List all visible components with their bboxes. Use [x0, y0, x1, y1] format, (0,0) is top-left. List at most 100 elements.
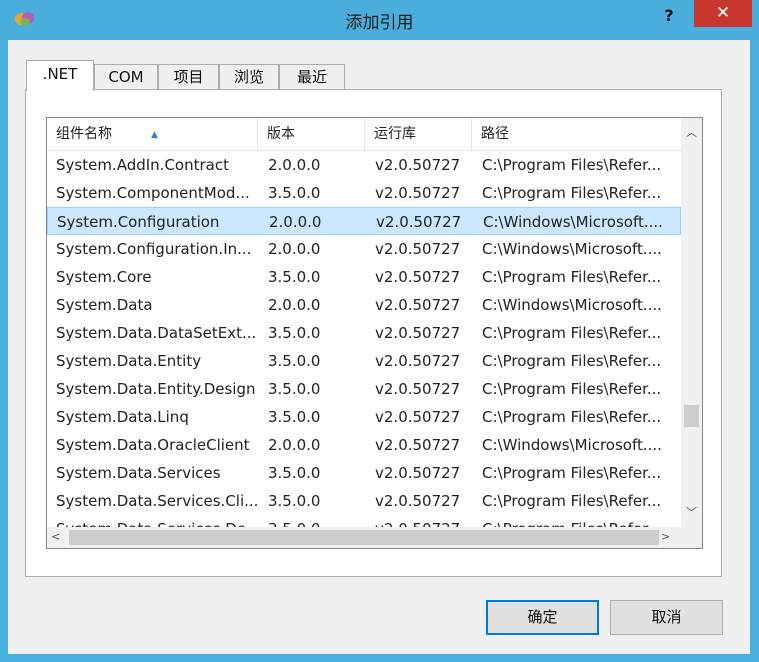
dialog-body: .NET COM 项目 浏览 最近 组件名称 ▲ 版本 运行库 路径 Syste…	[8, 40, 750, 654]
cell-version: 2.0.0.0	[268, 240, 321, 258]
tab-com[interactable]: COM	[94, 64, 158, 90]
table-row[interactable]: System.AddIn.Contract 2.0.0.0 v2.0.50727 C:…	[47, 151, 681, 179]
cell-runtime: v2.0.50727	[375, 464, 461, 482]
horizontal-scrollbar[interactable]: < >	[47, 527, 681, 548]
cell-name: System.Data.Entity	[56, 352, 202, 370]
sort-ascending-icon: ▲	[151, 130, 158, 140]
cell-path: C:\Windows\Microsoft....	[482, 240, 662, 258]
help-button[interactable]: ?	[646, 3, 692, 28]
cell-version: 2.0.0.0	[269, 213, 322, 231]
cell-runtime: v2.0.50727	[375, 352, 461, 370]
cell-version: 3.5.0.0	[268, 492, 321, 510]
cell-runtime: v2.0.50727	[375, 324, 461, 342]
cell-name: System.Core	[56, 268, 152, 286]
ok-button[interactable]: 确定	[486, 600, 599, 635]
cell-path: C:\Program Files\Refer...	[482, 380, 662, 398]
scroll-left-icon[interactable]: <	[51, 530, 60, 543]
cell-name: System.Data.Linq	[56, 408, 189, 426]
cell-version: 3.5.0.0	[268, 464, 321, 482]
cell-runtime: v2.0.50727	[375, 380, 461, 398]
cell-name: System.Data.OracleClient	[56, 436, 250, 454]
cell-path: C:\Program Files\Refer...	[482, 352, 662, 370]
cell-name: System.Configuration	[57, 213, 220, 231]
table-row[interactable]: System.Configuration.In... 2.0.0.0 v2.0.50…	[47, 235, 681, 263]
column-header-runtime[interactable]: 运行库	[365, 118, 472, 150]
cell-path: C:\Program Files\Refer...	[482, 492, 662, 510]
table-row[interactable]: System.Core 3.5.0.0 v2.0.50727 C:\Program F…	[47, 263, 681, 291]
table-row[interactable]: System.Data.OracleClient 2.0.0.0 v2.0.5072…	[47, 431, 681, 459]
cell-path: C:\Program Files\Refer...	[482, 184, 662, 202]
cell-version: 2.0.0.0	[268, 296, 321, 314]
column-header-name-label: 组件名称	[56, 126, 112, 142]
cell-runtime: v2.0.50727	[375, 240, 461, 258]
cell-version: 3.5.0.0	[268, 324, 321, 342]
list-rows: System.AddIn.Contract 2.0.0.0 v2.0.50727 C:…	[47, 151, 681, 527]
cell-name: System.Data.Entity.Design	[56, 380, 256, 398]
vertical-scroll-thumb[interactable]	[684, 405, 699, 427]
cell-name: System.AddIn.Contract	[56, 156, 229, 174]
cell-runtime: v2.0.50727	[375, 156, 461, 174]
cell-version: 3.5.0.0	[259, 515, 365, 527]
cell-name: System.Data.Services	[56, 464, 221, 482]
table-row[interactable]: System.Data.Entity 3.5.0.0 v2.0.50727 C:\Pr…	[47, 347, 681, 375]
tab-net[interactable]: .NET	[26, 60, 94, 91]
tab-project[interactable]: 项目	[158, 64, 219, 90]
cell-version: 2.0.0.0	[268, 436, 321, 454]
title-bar: 添加引用 ? ✕	[0, 0, 759, 40]
cell-path: C:\Program Files\Refer...	[482, 268, 662, 286]
table-row[interactable]: System.Configuration 2.0.0.0 v2.0.50727 C:\…	[47, 207, 681, 235]
cell-runtime: v2.0.50727	[375, 296, 461, 314]
cell-name: System.Data.Services.Cli...	[56, 492, 257, 510]
tab-page-net: 组件名称 ▲ 版本 运行库 路径 System.AddIn.Contract 2.…	[25, 89, 722, 577]
close-button[interactable]: ✕	[694, 0, 752, 27]
cell-runtime: v2.0.50727	[376, 213, 462, 231]
column-header-version[interactable]: 版本	[258, 118, 365, 150]
scroll-up-icon[interactable]: ︿	[681, 124, 702, 140]
cell-runtime: v2.0.50727	[375, 184, 461, 202]
table-row[interactable]: System.Data.Services 3.5.0.0 v2.0.50727 C:\…	[47, 459, 681, 487]
table-row[interactable]: System.Data 2.0.0.0 v2.0.50727 C:\Windows\M…	[47, 291, 681, 319]
tab-browse[interactable]: 浏览	[219, 64, 279, 90]
column-header-path[interactable]: 路径	[472, 118, 681, 150]
table-row[interactable]: System.Data.Entity.Design 3.5.0.0 v2.0.507…	[47, 375, 681, 403]
cell-path: C:\Windows\Microsoft....	[482, 296, 662, 314]
cell-runtime: v2.0.50727	[375, 268, 461, 286]
cell-runtime: v2.0.50727	[375, 408, 461, 426]
vertical-scrollbar[interactable]: ︿ ﹀	[681, 118, 702, 527]
cell-version: 3.5.0.0	[268, 184, 321, 202]
cell-version: 3.5.0.0	[268, 380, 321, 398]
cell-name: System.Data	[56, 296, 153, 314]
table-row[interactable]: System.Data.Services.Cli... 3.5.0.0 v2.0.5…	[47, 487, 681, 515]
cell-name: System.Data.DataSetExt...	[56, 324, 257, 342]
cell-path: C:\Program Files\Refer...	[482, 408, 662, 426]
table-row[interactable]: System.Data.Services.De...3.5.0.0v2.0.50…	[47, 515, 681, 527]
reference-list[interactable]: 组件名称 ▲ 版本 运行库 路径 System.AddIn.Contract 2.…	[46, 117, 703, 549]
cell-version: 3.5.0.0	[268, 268, 321, 286]
scroll-down-icon[interactable]: ﹀	[681, 504, 702, 520]
cell-version: 3.5.0.0	[268, 408, 321, 426]
scrollbar-corner	[681, 527, 702, 548]
cell-runtime: v2.0.50727	[375, 436, 461, 454]
cell-path: C:\Windows\Microsoft....	[482, 436, 662, 454]
table-row[interactable]: System.Data.Linq 3.5.0.0 v2.0.50727 C:\Prog…	[47, 403, 681, 431]
tab-recent[interactable]: 最近	[279, 64, 345, 90]
scroll-right-icon[interactable]: >	[661, 530, 670, 543]
horizontal-scroll-thumb[interactable]	[69, 530, 659, 545]
table-row[interactable]: System.ComponentMod... 3.5.0.0 v2.0.50727 C…	[47, 179, 681, 207]
cell-runtime: v2.0.50727	[375, 492, 461, 510]
cell-name: System.Data.Services.De...	[47, 515, 257, 527]
list-header: 组件名称 ▲ 版本 运行库 路径	[47, 118, 681, 151]
cancel-button[interactable]: 取消	[610, 600, 723, 635]
cell-name: System.Configuration.In...	[56, 240, 252, 258]
table-row[interactable]: System.Data.DataSetExt... 3.5.0.0 v2.0.507…	[47, 319, 681, 347]
cell-runtime: v2.0.50727	[366, 515, 472, 527]
cell-version: 2.0.0.0	[268, 156, 321, 174]
cell-path: C:\Program Files\Refer...	[482, 464, 662, 482]
column-header-name[interactable]: 组件名称 ▲	[47, 118, 258, 150]
cell-version: 3.5.0.0	[268, 352, 321, 370]
cell-name: System.ComponentMod...	[56, 184, 250, 202]
cell-path: C:\Program Files\Refer...	[482, 156, 662, 174]
cell-path: C:\Program Files\Refer...	[473, 515, 681, 527]
cell-path: C:\Program Files\Refer...	[482, 324, 662, 342]
cell-path: C:\Windows\Microsoft....	[483, 213, 663, 231]
